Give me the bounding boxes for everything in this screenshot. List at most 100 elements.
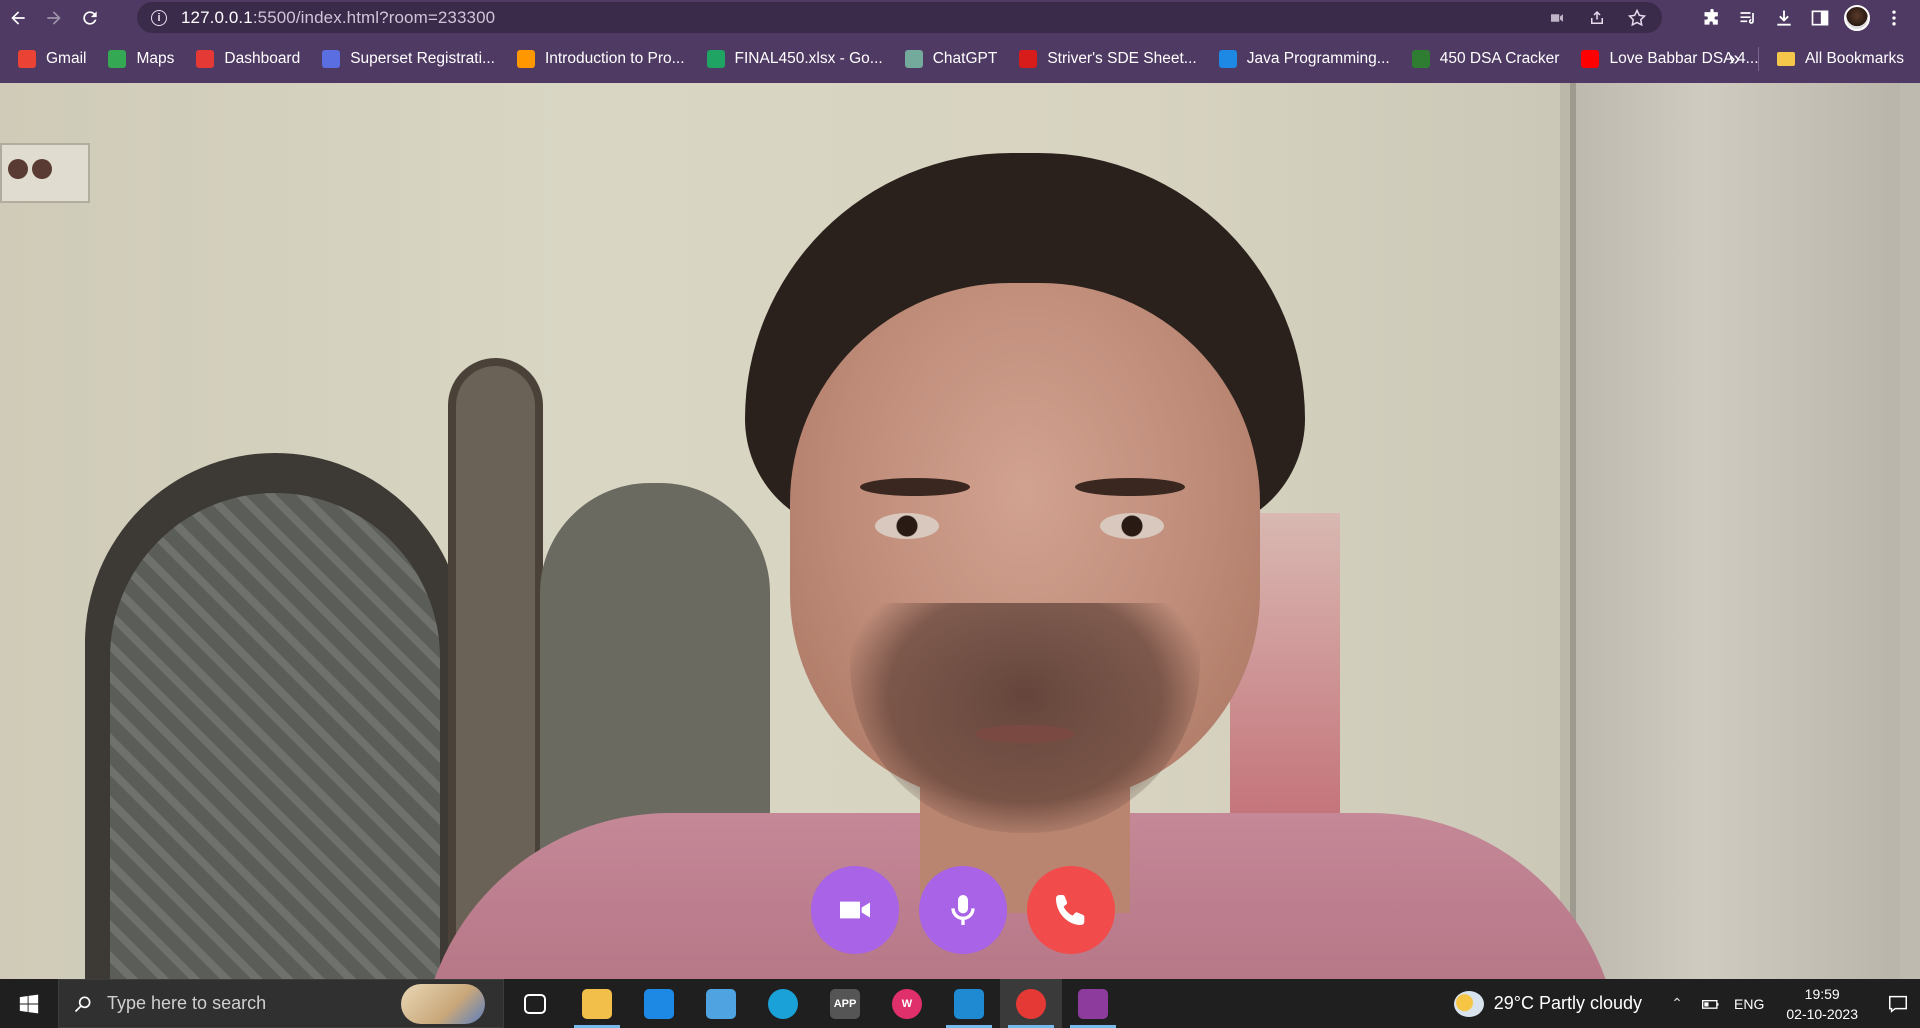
reload-button[interactable] bbox=[72, 0, 108, 35]
taskbar-app-button[interactable] bbox=[938, 979, 1000, 1028]
site-info-icon[interactable]: i bbox=[151, 9, 167, 26]
address-bar[interactable]: i 127.0.0.1:5500/index.html?room=233300 bbox=[137, 2, 1662, 33]
bookmarks-overflow-button[interactable]: » bbox=[1729, 48, 1740, 71]
superset-icon bbox=[322, 50, 341, 68]
notification-button[interactable] bbox=[1876, 979, 1920, 1028]
taskbar-app-button[interactable] bbox=[628, 979, 690, 1028]
maps-icon bbox=[108, 50, 127, 68]
bookmark-label: Maps bbox=[136, 50, 175, 67]
browser-actions bbox=[1700, 0, 1920, 35]
right-eyebrow bbox=[1075, 478, 1185, 496]
dsa-icon bbox=[1411, 50, 1430, 68]
right-eye bbox=[1100, 513, 1164, 539]
taskbar-app-button[interactable] bbox=[504, 979, 566, 1028]
browser-toolbar: i 127.0.0.1:5500/index.html?room=233300 bbox=[0, 0, 1920, 35]
end-call-button[interactable] bbox=[1027, 866, 1115, 954]
bookmark-item[interactable]: Dashboard bbox=[196, 50, 300, 68]
toggle-mic-button[interactable] bbox=[919, 866, 1007, 954]
bookmark-item[interactable]: Gmail bbox=[18, 50, 86, 68]
reading-list-icon[interactable] bbox=[1736, 6, 1760, 30]
download-icon[interactable] bbox=[1772, 6, 1796, 30]
url-host: 127.0.0.1 bbox=[181, 7, 253, 27]
taskbar-apps: APP W bbox=[504, 979, 1124, 1028]
microphone-icon bbox=[951, 895, 975, 925]
taskbar-app-button[interactable] bbox=[752, 979, 814, 1028]
java-icon bbox=[1218, 50, 1237, 68]
taskbar-app-button[interactable]: APP bbox=[814, 979, 876, 1028]
bookmarks-right: » All Bookmarks bbox=[1729, 35, 1904, 83]
back-arrow-icon bbox=[11, 10, 25, 25]
left-eye bbox=[875, 513, 939, 539]
chatgpt-icon bbox=[904, 50, 923, 68]
taskbar-app-button[interactable] bbox=[566, 979, 628, 1028]
bookmark-label: Dashboard bbox=[224, 50, 301, 67]
laptop-icon bbox=[706, 988, 736, 1019]
tuf-icon bbox=[1019, 50, 1038, 68]
weather-widget[interactable]: 29°C Partly cloudy bbox=[1453, 990, 1643, 1017]
system-tray: 29°C Partly cloudy ⌃ ENG 19:59 02-10-202… bbox=[1453, 979, 1920, 1028]
app-window: i 127.0.0.1:5500/index.html?room=233300 … bbox=[0, 0, 1920, 1028]
bookmark-item[interactable]: Introduction to Pro... bbox=[516, 50, 685, 68]
toggle-video-button[interactable] bbox=[811, 866, 899, 954]
chevron-up-icon[interactable]: ⌃ bbox=[1666, 993, 1688, 1015]
search-placeholder: Type here to search bbox=[107, 993, 267, 1013]
taskbar-app-button[interactable] bbox=[1000, 979, 1062, 1028]
taskbar-search-box[interactable]: Type here to search bbox=[58, 979, 504, 1028]
taskbar-clock[interactable]: 19:59 02-10-2023 bbox=[1786, 984, 1858, 1024]
camera-indicator-icon[interactable] bbox=[1546, 7, 1568, 29]
windows-logo-icon bbox=[19, 994, 39, 1013]
share-icon[interactable] bbox=[1586, 7, 1608, 29]
profile-avatar[interactable] bbox=[1844, 4, 1870, 31]
app-icon: APP bbox=[830, 988, 860, 1019]
person-beard bbox=[850, 603, 1200, 833]
bookmark-label: ChatGPT bbox=[932, 50, 998, 67]
forward-button[interactable] bbox=[36, 0, 72, 35]
start-button[interactable] bbox=[0, 979, 58, 1028]
bookmark-item[interactable]: 450 DSA Cracker bbox=[1411, 50, 1560, 68]
dashboard-icon bbox=[196, 50, 215, 68]
bookmark-item[interactable]: Java Programming... bbox=[1218, 50, 1390, 68]
url-text[interactable]: 127.0.0.1:5500/index.html?room=233300 bbox=[181, 8, 495, 28]
clock-date: 02-10-2023 bbox=[1786, 1005, 1858, 1022]
bookmark-label: Introduction to Pro... bbox=[544, 50, 685, 67]
bookmarks-bar: Gmail Maps Dashboard Superset Registrati...… bbox=[0, 35, 1920, 83]
bookmark-label: FINAL450.xlsx - Go... bbox=[734, 50, 883, 67]
bookmark-star-icon[interactable] bbox=[1626, 7, 1648, 29]
all-bookmarks-button[interactable]: All Bookmarks bbox=[1776, 50, 1904, 68]
windows-taskbar: Type here to search APP W 29°C Partly clo… bbox=[0, 979, 1920, 1028]
person-mouth bbox=[975, 725, 1075, 743]
address-bar-actions bbox=[1546, 2, 1648, 33]
bookmark-item[interactable]: Maps bbox=[108, 50, 174, 68]
weather-text: 29°C Partly cloudy bbox=[1493, 993, 1643, 1013]
vscode-icon bbox=[954, 988, 984, 1019]
chrome-icon bbox=[1016, 988, 1046, 1019]
more-menu-icon[interactable] bbox=[1882, 6, 1906, 30]
bookmark-label: 450 DSA Cracker bbox=[1439, 50, 1560, 67]
all-bookmarks-label: All Bookmarks bbox=[1804, 50, 1904, 67]
battery-icon[interactable] bbox=[1700, 993, 1722, 1015]
reload-icon bbox=[83, 10, 97, 25]
bookmarks-divider bbox=[1757, 47, 1759, 71]
bookmark-label: Java Programming... bbox=[1246, 50, 1390, 67]
search-highlight-illustration bbox=[401, 984, 485, 1024]
language-indicator[interactable]: ENG bbox=[1734, 996, 1764, 1012]
door bbox=[1570, 83, 1900, 979]
wps-icon: W bbox=[892, 988, 922, 1019]
wall-switch-board bbox=[0, 143, 90, 203]
taskbar-app-button[interactable] bbox=[1062, 979, 1124, 1028]
bookmark-item[interactable]: Striver's SDE Sheet... bbox=[1019, 50, 1197, 68]
bookmark-item[interactable]: Superset Registrati... bbox=[322, 50, 495, 68]
clock-time: 19:59 bbox=[1804, 985, 1840, 1002]
bookmark-item[interactable]: ChatGPT bbox=[904, 50, 998, 68]
notification-icon bbox=[1889, 995, 1907, 1013]
taskbar-app-button[interactable] bbox=[690, 979, 752, 1028]
back-button[interactable] bbox=[0, 0, 36, 35]
extensions-icon[interactable] bbox=[1700, 6, 1724, 30]
drive-icon bbox=[706, 50, 725, 68]
taskbar-app-button[interactable]: W bbox=[876, 979, 938, 1028]
bookmark-item[interactable]: FINAL450.xlsx - Go... bbox=[706, 50, 883, 68]
partly-cloudy-icon bbox=[1453, 990, 1484, 1017]
side-panel-icon[interactable] bbox=[1808, 6, 1832, 30]
folder-icon bbox=[1776, 52, 1795, 66]
url-path: :5500/index.html?room=233300 bbox=[252, 7, 496, 27]
